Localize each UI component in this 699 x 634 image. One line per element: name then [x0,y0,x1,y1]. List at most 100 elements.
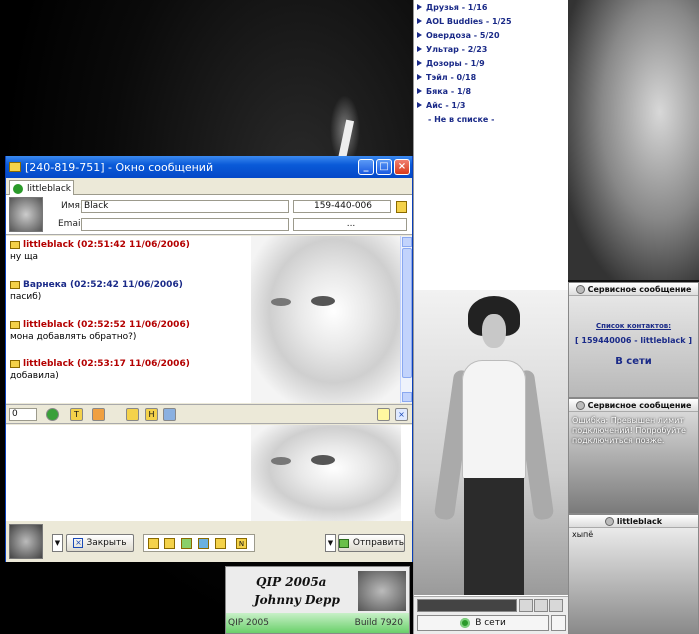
online-status-icon [13,183,23,194]
sound-icon[interactable] [549,599,563,612]
invite-icon[interactable] [198,538,209,549]
expand-arrow-icon [417,32,422,38]
contact-groups: Друзья - 1/16 AOL Buddies - 1/25 Овердоз… [414,0,568,126]
wallpaper-face [568,0,699,280]
message-header: littleblack (02:53:17 11/06/2006) [10,359,190,369]
message-item: littleblack (02:52:52 11/06/2006) мона д… [10,320,190,342]
send-icon [339,538,349,548]
contact-group[interactable]: Ультар - 2/23 [414,42,568,56]
uin-field[interactable]: 159-440-006 [293,200,391,213]
message-text: ну ща [10,252,39,262]
expand-arrow-icon [417,60,422,66]
message-icon [604,516,614,526]
compose-toolbar: 0 T H × [6,404,412,424]
sketch-eye [311,455,335,465]
sketch-eye [271,298,291,306]
popup-title: littleblack [569,515,698,528]
window-titlebar[interactable]: [240-819-751] - Окно сообщений _ □ × [6,156,412,178]
emoticon-icon[interactable] [92,408,105,421]
message-header: littleblack (02:52:52 11/06/2006) [10,320,190,330]
status-button[interactable]: В сети [417,615,549,631]
popup-title: Сервисное сообщение [569,283,698,296]
window-title: [240-819-751] - Окно сообщений [25,160,214,174]
contact-group[interactable]: Бяка - 1/8 [414,84,568,98]
close-tab-icon[interactable]: × [395,408,408,421]
history-icon[interactable]: H [145,408,158,421]
minimize-button[interactable]: _ [358,159,374,175]
scroll-thumb[interactable] [402,248,412,378]
status-menu-button[interactable] [551,615,566,631]
font-icon[interactable]: T [70,408,83,421]
message-header: littleblack (02:51:42 11/06/2006) [10,240,190,250]
skin-photo [414,290,569,595]
quote-icon[interactable] [148,538,159,549]
banner-thumbnail [358,571,406,611]
more-button[interactable]: ... [293,218,407,231]
notes-icon[interactable] [396,201,407,213]
window-icon [9,162,21,172]
popup-title: Сервисное сообщение [569,399,698,412]
scroll-up-button[interactable] [402,237,412,247]
figure-legs [464,478,524,595]
figure-torso [462,360,526,480]
message-icon [10,360,20,368]
message-item: Варнека (02:52:42 11/06/2006) пасиб) [10,280,183,302]
sketch-eye [311,296,335,306]
main-menu-icon[interactable] [519,599,533,612]
message-window: [240-819-751] - Окно сообщений _ □ × lit… [5,156,413,562]
banner-title: QIP 2005a [256,575,327,589]
tab-bar: littleblack [6,178,412,196]
close-window-button[interactable]: × [394,159,410,175]
contact-info-icon[interactable] [163,408,176,421]
email-field[interactable] [81,218,289,231]
folder-icon[interactable] [164,538,175,549]
name-field[interactable]: Black [81,200,289,213]
ignore-icon[interactable] [215,538,226,549]
contact-group[interactable]: Друзья - 1/16 [414,0,568,14]
message-popup[interactable]: littleblack хыпё [568,514,699,634]
expand-arrow-icon [417,18,422,24]
message-icon [10,281,20,289]
send-button[interactable]: Отправить [338,534,405,552]
close-button[interactable]: × Закрыть [66,534,134,552]
banner-version: QIP 2005 [228,618,269,628]
service-popup[interactable]: Сервисное сообщение Список контактов: [ … [568,282,699,398]
contact-group[interactable]: Овердоза - 5/20 [414,28,568,42]
popup-body: хыпё [569,528,698,633]
scroll-down-button[interactable] [402,392,412,402]
contact-group[interactable]: Дозоры - 1/9 [414,56,568,70]
send-options-dropdown[interactable]: ▼ [325,534,336,552]
service-popup-error[interactable]: Сервисное сообщение Ошибка: Превышен лим… [568,398,699,514]
banner-build: Build 7920 [354,618,403,628]
note-n-icon[interactable]: N [236,538,247,549]
message-icon [10,241,20,249]
message-text: мона добавлять обратно?) [10,332,137,342]
sketch-eye [271,457,291,465]
history-scrollbar[interactable] [400,236,412,403]
close-options-dropdown[interactable]: ▼ [52,534,63,552]
contact-list-panel: Друзья - 1/16 AOL Buddies - 1/25 Овердоз… [413,0,569,634]
file-transfer-icon[interactable] [126,408,139,421]
notification-column: Сервисное сообщение Список контактов: [ … [568,0,699,634]
contact-group-not-in-list[interactable]: - Не в списке - [414,112,568,126]
tab-littleblack[interactable]: littleblack [9,180,74,196]
notes-icon[interactable] [377,408,390,421]
settings-icon[interactable] [534,599,548,612]
contact-group[interactable]: Тэйл - 0/18 [414,70,568,84]
contact-add-icon[interactable] [181,538,192,549]
banner-subtitle: Johnny Depp [254,593,340,607]
message-input[interactable] [6,425,412,521]
message-icon [10,321,20,329]
translit-icon[interactable] [46,408,59,421]
quick-actions: N [143,534,255,552]
message-text: добавила) [10,371,59,381]
contact-group[interactable]: Айс - 1/3 [414,98,568,112]
expand-arrow-icon [417,88,422,94]
maximize-button[interactable]: □ [376,159,392,175]
history-background-art [251,236,401,403]
contact-group[interactable]: AOL Buddies - 1/25 [414,14,568,28]
char-counter: 0 [9,408,37,421]
message-history[interactable]: littleblack (02:51:42 11/06/2006) ну ща … [6,236,412,403]
contact-avatar [9,197,43,232]
figure-face [482,314,506,348]
